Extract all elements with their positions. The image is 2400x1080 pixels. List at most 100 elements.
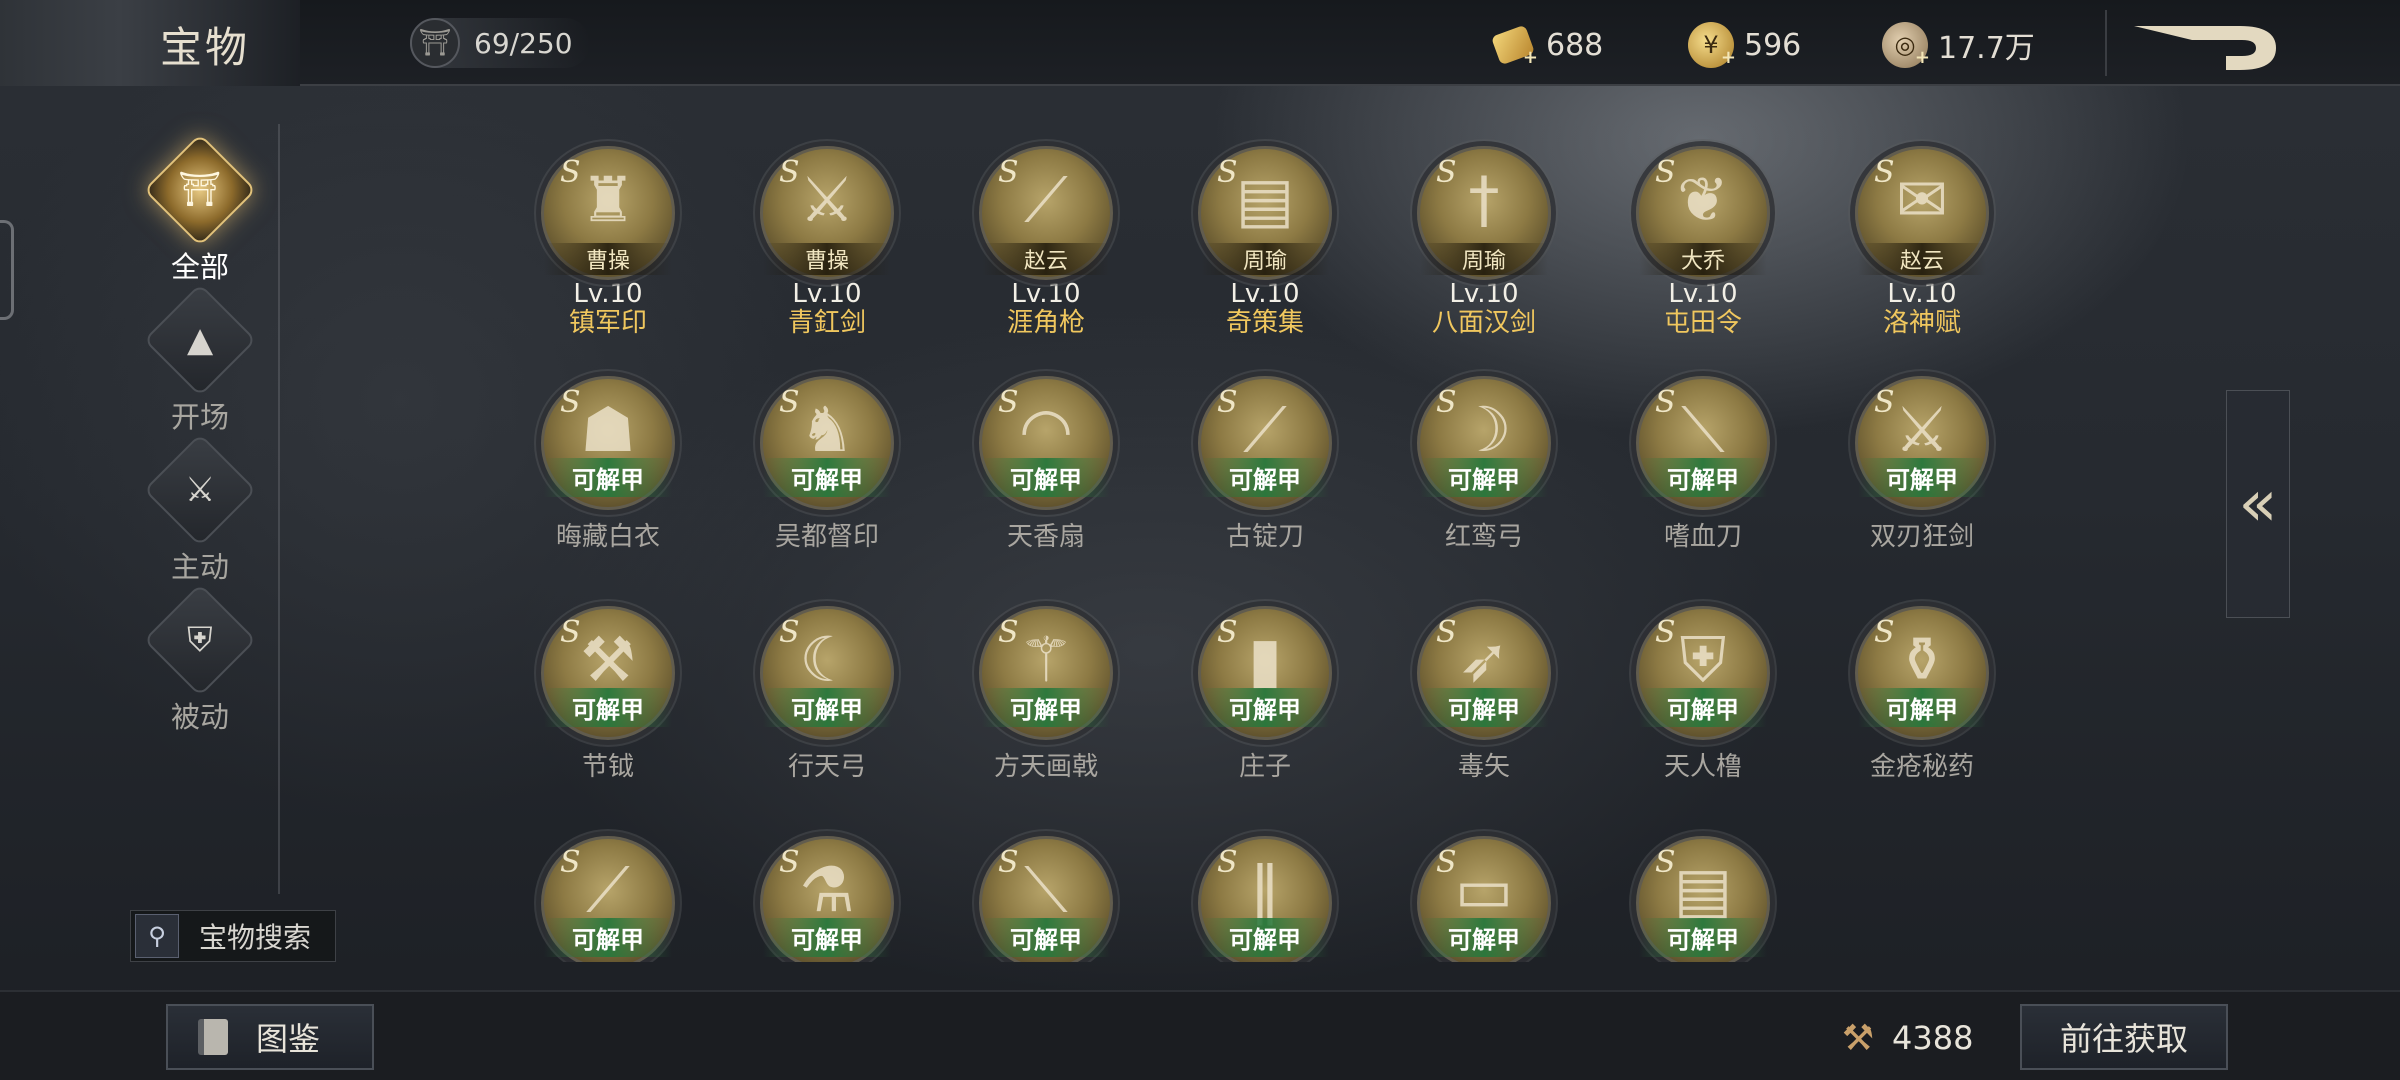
owner-hero: 周瑜 [1420, 243, 1548, 275]
treasure-item[interactable]: S ⚔ 可解甲 双刃狂剑 [1812, 376, 2032, 552]
sidebar-item-opening[interactable]: ▲ 开场 [140, 283, 260, 436]
treasure-item[interactable]: S ⚗ 可解甲 [717, 836, 937, 962]
treasure-item[interactable]: S ⚔ 曹操 Lv.10 青釭剑 [717, 146, 937, 338]
double-chevron-left-icon: « [2238, 467, 2278, 541]
owner-hero: 曹操 [544, 243, 672, 275]
treasure-item[interactable]: S ♞ 可解甲 吴都督印 [717, 376, 937, 552]
treasure-item[interactable]: S ⟍ 可解甲 [936, 836, 1156, 962]
resource-gold-coin[interactable]: ¥ + 596 [1688, 22, 1801, 68]
treasure-name: 金疮秘药 [1869, 752, 1974, 782]
treasure-item[interactable]: S ▭ 可解甲 [1374, 836, 1594, 962]
treasure-item[interactable]: S ⟋ 可解甲 古锭刀 [1155, 376, 1375, 552]
resource-copper-coin[interactable]: ◎ + 17.7万 [1882, 22, 2035, 68]
codex-button[interactable]: 图鉴 [166, 1004, 374, 1070]
treasure-item[interactable]: S ‖ 可解甲 [1155, 836, 1375, 962]
treasure-name: 古锭刀 [1225, 522, 1304, 552]
unlockable-badge: 可解甲 [544, 918, 672, 957]
sidebar-item-active[interactable]: ⚔ 主动 [140, 433, 260, 586]
resource-gold-ingot[interactable]: + 688 [1490, 22, 1603, 68]
hammer-icon: ⚒ [1841, 1017, 1875, 1059]
treasure-name: 涯角枪 [1006, 308, 1085, 338]
collapse-panel-button[interactable]: « [2226, 390, 2290, 618]
treasure-item[interactable]: S ▤ 可解甲 [1593, 836, 1813, 962]
unlockable-badge: 可解甲 [1201, 918, 1329, 957]
sidebar-item-label: 被动 [170, 700, 229, 734]
document-icon: S ▤ 可解甲 [1636, 836, 1770, 962]
treasure-level: Lv.10 [573, 279, 643, 309]
sword-icon: S ⟍ 可解甲 [979, 836, 1113, 962]
sword-icon: S ⚔ 曹操 [760, 146, 894, 280]
unlockable-badge: 可解甲 [1639, 458, 1767, 497]
treasure-name: 毒矢 [1457, 752, 1510, 782]
unlockable-badge: 可解甲 [763, 918, 891, 957]
left-edge-tab[interactable] [0, 220, 14, 320]
dual-rods-icon: S ‖ 可解甲 [1198, 836, 1332, 962]
sidebar-divider [278, 124, 280, 894]
scroll-case-icon: S ▭ 可解甲 [1417, 836, 1551, 962]
treasure-name: 洛神赋 [1882, 308, 1961, 338]
treasure-name: 屯田令 [1663, 308, 1742, 338]
treasure-vessel-icon: ⛩ [410, 18, 460, 68]
treasure-item[interactable]: S ⚒ 可解甲 节钺 [498, 606, 718, 782]
sidebar-item-passive[interactable]: ⛨ 被动 [140, 583, 260, 736]
sidebar-item-all[interactable]: ⛩ 全部 [140, 133, 260, 286]
top-bar: 宝物 ⛩ 69/250 + 688 ¥ + 596 ◎ + 17.7万 [0, 0, 2400, 86]
robe-icon: S ☗ 可解甲 [541, 376, 675, 510]
treasure-item[interactable]: S † 周瑜 Lv.10 八面汉剑 [1374, 146, 1594, 338]
owner-hero: 周瑜 [1201, 243, 1329, 275]
treasure-item[interactable]: S ☽ 可解甲 红鸾弓 [1374, 376, 1594, 552]
owner-hero: 赵云 [1858, 243, 1986, 275]
treasure-item[interactable]: S ⛨ 可解甲 天人橹 [1593, 606, 1813, 782]
treasure-search[interactable]: ⚲ 宝物搜索 [130, 910, 336, 962]
treasure-item[interactable]: S ▮ 可解甲 庄子 [1155, 606, 1375, 782]
treasure-level: Lv.10 [1449, 279, 1519, 309]
copper-coin-icon: ◎ + [1882, 22, 1930, 68]
treasure-name: 节钺 [581, 752, 634, 782]
treasure-item[interactable]: S ⟍ 可解甲 嗜血刀 [1593, 376, 1813, 552]
treasure-name: 奇策集 [1225, 308, 1304, 338]
treasure-icon: S ♜ 曹操 [541, 146, 675, 280]
treasure-item[interactable]: S ⚱ 可解甲 金疮秘药 [1812, 606, 2032, 782]
unlockable-badge: 可解甲 [1420, 918, 1548, 957]
go-obtain-button[interactable]: 前往获取 [2020, 1004, 2228, 1070]
treasure-item[interactable]: S ◠ 可解甲 天香扇 [936, 376, 1156, 552]
active-skill-icon: ⚔ [143, 433, 257, 547]
unlockable-badge: 可解甲 [544, 688, 672, 727]
treasure-item[interactable]: S ➶ 可解甲 毒矢 [1374, 606, 1594, 782]
unlockable-badge: 可解甲 [1858, 458, 1986, 497]
arrows-icon: S ➶ 可解甲 [1417, 606, 1551, 740]
sidebar-item-label: 主动 [170, 550, 229, 584]
back-arrow-icon[interactable] [2130, 18, 2280, 74]
title-background [0, 0, 300, 86]
treasure-name: 天香扇 [1006, 522, 1085, 552]
all-treasure-icon: ⛩ [143, 133, 257, 247]
unlockable-badge: 可解甲 [763, 688, 891, 727]
halberd-icon: S ⚚ 可解甲 [979, 606, 1113, 740]
treasure-capacity: ⛩ 69/250 [410, 18, 590, 68]
staff-icon: S ⟋ 可解甲 [541, 836, 675, 962]
treasure-item[interactable]: S ❦ 大乔 Lv.10 屯田令 [1593, 146, 1813, 338]
unlockable-badge: 可解甲 [544, 458, 672, 497]
scroll-bundle-icon: S ▤ 周瑜 [1198, 146, 1332, 280]
treasure-item[interactable]: S ▤ 周瑜 Lv.10 奇策集 [1155, 146, 1375, 338]
treasure-item[interactable]: S ✉ 赵云 Lv.10 洛神赋 [1812, 146, 2032, 338]
treasure-item[interactable]: S ☗ 可解甲 晦藏白衣 [498, 376, 718, 552]
treasure-item[interactable]: S ♜ 曹操 Lv.10 镇军印 [498, 146, 718, 338]
medicine-bottle-icon: S ⚱ 可解甲 [1855, 606, 1989, 740]
treasure-name: 八面汉剑 [1431, 308, 1536, 338]
unlockable-badge: 可解甲 [1639, 918, 1767, 957]
unlockable-badge: 可解甲 [1639, 688, 1767, 727]
unlockable-badge: 可解甲 [982, 688, 1110, 727]
copper-coin-count: 17.7万 [1938, 31, 2035, 66]
capacity-count: 69/250 [474, 26, 573, 60]
unlockable-badge: 可解甲 [1201, 688, 1329, 727]
opening-icon: ▲ [143, 283, 257, 397]
treasure-item[interactable]: S ⟋ 可解甲 [500, 836, 718, 962]
unlockable-badge: 可解甲 [982, 458, 1110, 497]
treasure-item[interactable]: S ☾ 可解甲 行天弓 [717, 606, 937, 782]
treasure-item[interactable]: S ⟋ 赵云 Lv.10 涯角枪 [936, 146, 1156, 338]
seal-icon: S ♞ 可解甲 [760, 376, 894, 510]
treasure-name: 红鸾弓 [1444, 522, 1523, 552]
treasure-item[interactable]: S ⚚ 可解甲 方天画戟 [936, 606, 1156, 782]
passive-skill-icon: ⛨ [143, 583, 257, 697]
